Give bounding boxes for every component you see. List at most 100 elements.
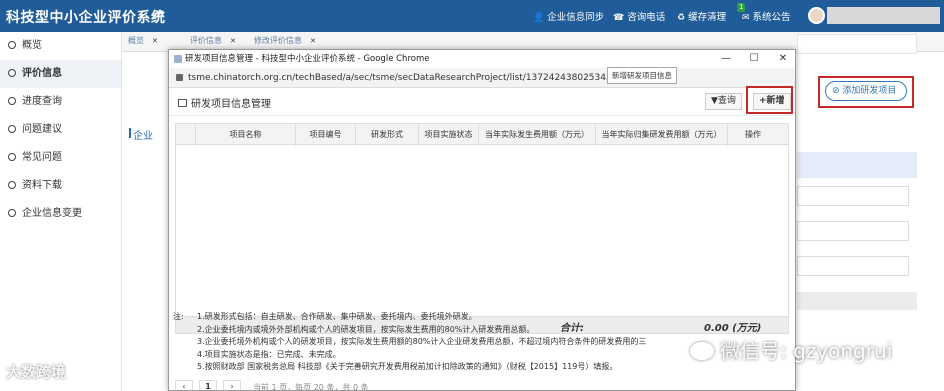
sidebar-item-evaluation-info[interactable]: 评价信息 — [0, 60, 121, 88]
circle-icon — [8, 41, 16, 49]
sidebar-item-label: 概览 — [22, 40, 42, 51]
add-rd-project-button[interactable]: ⊘ 添加研发项目 — [825, 81, 907, 101]
bg-section-band — [797, 152, 917, 178]
tab-edit-evaluation-info[interactable]: 修改评价信息 ✕ — [254, 35, 316, 46]
minimize-icon[interactable]: — — [715, 50, 737, 68]
watermark-text: 微信号: gzyongrui — [720, 339, 893, 363]
nav-label: 咨询电话 — [627, 12, 666, 23]
plus-icon: ⊘ — [832, 86, 840, 96]
username-redacted[interactable] — [827, 7, 940, 24]
url-text[interactable]: tsme.chinatorch.org.cn/techBased/a/sec/t… — [188, 68, 635, 88]
circle-icon — [8, 125, 16, 133]
pagination: ‹ 1 › 当前 1 页，每页 20 条，共 0 条 — [173, 380, 793, 391]
nav-sync-company-info[interactable]: 👤 企业信息同步 — [533, 9, 604, 23]
sidebar-item-label: 评价信息 — [22, 68, 62, 79]
highlight-box — [746, 86, 793, 114]
bg-field[interactable] — [797, 186, 909, 206]
note-line: 2.企业委托境内或境外外部机构或个人的研发项目，按实际发生费用的80%计入研发费… — [197, 324, 535, 334]
sidebar-item-company-info-change[interactable]: 企业信息变更 — [0, 200, 121, 228]
user-avatar[interactable] — [808, 7, 825, 24]
sum-value: 0.00 (万元) — [704, 323, 762, 334]
top-navbar: 科技型中小企业评价系统 ≡ 👤 企业信息同步 ☎ 咨询电话 ♻ 缓存清理 1 ✉ 系统公… — [0, 0, 944, 32]
bg-section-band — [797, 292, 917, 310]
person-icon: 👤 — [533, 13, 545, 23]
column-header: 项目编号 — [296, 124, 356, 146]
mail-icon: ✉ — [742, 13, 750, 23]
pagination-info: 当前 1 页，每页 20 条，共 0 条 — [253, 383, 369, 391]
tab-evaluation-info[interactable]: 评价信息 ✕ — [190, 35, 236, 46]
column-header: 项目名称 — [196, 124, 296, 146]
menu-toggle-icon[interactable]: ≡ — [153, 6, 165, 22]
bg-field[interactable] — [797, 221, 909, 241]
column-header: 当年实际发生费用额（万元） — [479, 124, 596, 146]
note-line: 3.企业委托境外机构或个人的研发项目，按实际发生费用额的80%计入企业研发费用总… — [197, 337, 647, 346]
circle-icon — [8, 181, 16, 189]
sidebar-item-feedback[interactable]: 问题建议 — [0, 116, 121, 144]
watermark-right: 微信号: gzyongrui — [690, 335, 892, 364]
window-titlebar: 研发项目信息管理 - 科技型中小企业评价系统 - Google Chrome —… — [169, 50, 795, 68]
notes-label: 注: — [173, 312, 184, 321]
page-title: 研发项目信息管理 — [178, 95, 271, 110]
sidebar-item-overview[interactable]: 概览 — [0, 32, 121, 60]
tab-overview[interactable]: 概览 ✕ — [128, 35, 158, 46]
nav-label: 系统公告 — [752, 12, 791, 23]
next-page-button[interactable]: › — [223, 380, 241, 390]
favicon-icon — [174, 55, 182, 63]
nav-label: 缓存清理 — [688, 12, 727, 23]
close-icon[interactable]: ✕ — [152, 37, 158, 45]
nav-system-notice[interactable]: 1 ✉ 系统公告 — [737, 3, 791, 23]
nav-consult-phone[interactable]: ☎ 咨询电话 — [613, 9, 665, 23]
filter-icon: ▼ — [711, 96, 718, 106]
query-button[interactable]: ▼查询 — [705, 93, 742, 110]
sidebar-item-label: 问题建议 — [22, 124, 62, 135]
watermark-left: 大数跨境 — [6, 363, 67, 381]
lock-icon — [176, 74, 183, 81]
app-title: 科技型中小企业评价系统 — [6, 10, 166, 26]
sidebar: 概览 评价信息 进度查询 问题建议 常见问题 资料下载 企业信息变更 — [0, 32, 122, 391]
sidebar-item-label: 资料下载 — [22, 180, 62, 191]
rd-project-table: 项目名称 项目编号 研发形式 项目实施状态 当年实际发生费用额（万元） 当年实际… — [175, 123, 789, 334]
sidebar-item-label: 企业信息变更 — [22, 208, 82, 219]
page-number-button[interactable]: 1 — [199, 380, 217, 390]
phone-icon: ☎ — [613, 13, 625, 23]
tab-label: 修改评价信息 — [254, 36, 302, 45]
nav-clear-cache[interactable]: ♻ 缓存清理 — [677, 9, 726, 23]
bg-field[interactable] — [797, 34, 917, 54]
circle-icon — [8, 209, 16, 217]
table-body — [175, 145, 789, 316]
circle-icon — [8, 69, 16, 77]
bg-field[interactable] — [797, 256, 909, 276]
note-line: 5.按照财政部 国家税务总局 科技部《关于完善研究开发费用税前加计扣除政策的通知… — [197, 362, 618, 371]
button-label: 添加研发项目 — [842, 86, 897, 96]
prev-page-button[interactable]: ‹ — [175, 380, 193, 390]
sidebar-item-label: 常见问题 — [22, 152, 62, 163]
sidebar-item-progress-query[interactable]: 进度查询 — [0, 88, 121, 116]
new-button-tooltip: 新增研发项目信息 — [607, 67, 677, 84]
note-line: 4.项目实施状态是指：已完成、未完成。 — [197, 349, 341, 359]
table-header: 项目名称 项目编号 研发形式 项目实施状态 当年实际发生费用额（万元） 当年实际… — [175, 123, 789, 146]
tab-label: 概览 — [128, 36, 144, 45]
button-label: 查询 — [717, 96, 736, 106]
sidebar-item-downloads[interactable]: 资料下载 — [0, 172, 121, 200]
sidebar-item-label: 进度查询 — [22, 96, 62, 107]
recycle-icon: ♻ — [677, 13, 686, 23]
note-line: 1.研发形式包括：自主研发、合作研发、集中研发、委托境内、委托境外研发。 — [197, 312, 477, 321]
column-header: 操作 — [745, 130, 761, 139]
window-title: 研发项目信息管理 - 科技型中小企业评价系统 - Google Chrome — [185, 54, 430, 64]
page-title-label: 研发项目信息管理 — [191, 99, 271, 110]
select-column — [176, 124, 196, 146]
wechat-icon — [690, 342, 714, 360]
manager-header: 研发项目信息管理 ▼查询 +新增 — [169, 88, 795, 116]
close-icon[interactable]: ✕ — [310, 37, 316, 45]
column-header: 当年实际归集研发费用额（万元） — [596, 124, 728, 146]
sidebar-item-faq[interactable]: 常见问题 — [0, 144, 121, 172]
notice-badge: 1 — [737, 3, 746, 12]
close-icon[interactable]: ✕ — [772, 50, 794, 68]
address-bar[interactable]: tsme.chinatorch.org.cn/techBased/a/sec/t… — [169, 68, 795, 88]
column-header: 研发形式 — [356, 124, 419, 146]
maximize-icon[interactable]: ☐ — [743, 50, 765, 68]
circle-icon — [8, 153, 16, 161]
column-header: 项目实施状态 — [419, 124, 479, 146]
close-icon[interactable]: ✕ — [230, 37, 236, 45]
list-icon — [178, 99, 187, 107]
